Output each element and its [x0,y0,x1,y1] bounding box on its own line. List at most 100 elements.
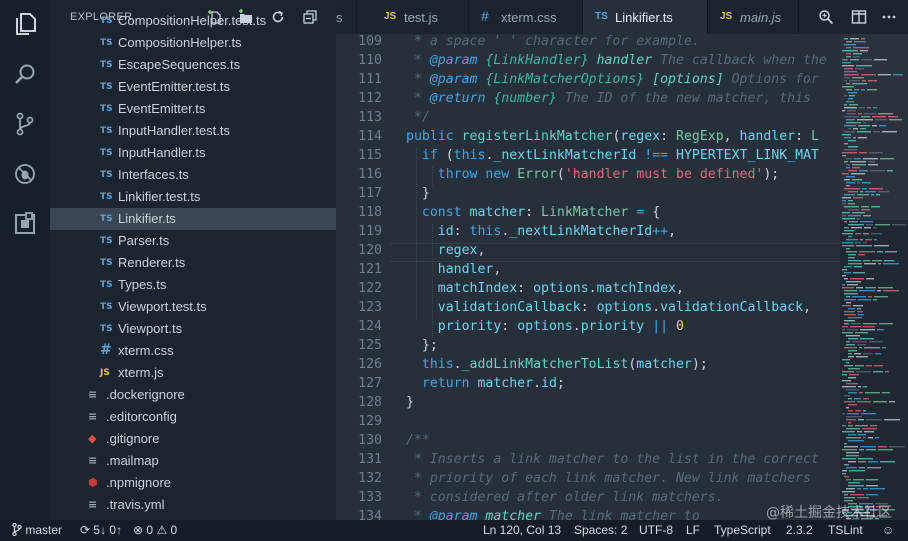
minimap-token [847,413,859,415]
search-icon[interactable] [13,62,37,86]
minimap-token [878,263,881,265]
minimap-token [848,263,862,265]
more-actions-icon[interactable] [881,9,897,25]
file-item[interactable]: TS Renderer.ts [50,252,336,274]
line-number: 123 [358,300,382,315]
file-item[interactable]: ⬢ .npmignore [50,472,336,494]
file-item[interactable]: ≡ .travis.yml [50,494,336,516]
minimap-token [842,245,854,247]
file-item[interactable]: # xterm.css [50,340,336,362]
tab[interactable]: TS Linkifier.ts [583,0,707,34]
file-item[interactable]: ◆ .gitignore [50,428,336,450]
tab[interactable]: JS test.js [372,0,468,34]
ts-file-icon: TS [100,16,113,26]
file-item[interactable]: TS Linkifier.ts [50,208,336,230]
minimap-token [859,467,865,469]
branch-indicator[interactable]: master [12,522,62,537]
file-item[interactable]: TS Viewport.test.ts [50,296,336,318]
file-item[interactable]: TS CompositionHelper.test.ts [50,10,336,32]
source-control-icon[interactable] [13,112,37,136]
minimap-token [848,404,857,406]
tab[interactable]: s [336,0,356,34]
minimap-token [846,239,858,241]
minimap-token [844,365,853,367]
problems-indicator[interactable]: ⊗ 0 ⚠ 0 [133,523,177,537]
minimap-token [855,242,861,244]
feedback-icon[interactable]: ☺ [882,523,894,537]
minimap-token [842,359,850,361]
minimap-token [842,371,854,373]
minimap-token [860,329,875,331]
file-item[interactable]: ≡ .mailmap [50,450,336,472]
ts-file-icon: TS [100,192,113,202]
file-item[interactable]: TS Linkifier.test.ts [50,186,336,208]
extensions-icon[interactable] [13,212,37,236]
line-number: 129 [358,414,382,429]
minimap-token [877,290,881,292]
file-item[interactable]: ≡ .editorconfig [50,406,336,428]
file-item[interactable]: TS Interfaces.ts [50,164,336,186]
file-item[interactable]: TS Types.ts [50,274,336,296]
minimap-token [848,257,855,259]
minimap-token [884,260,894,262]
end-of-line[interactable]: LF [686,523,700,537]
file-item[interactable]: TS EventEmitter.test.ts [50,76,336,98]
sync-indicator[interactable]: ⟳ 5↓ 0↑ [80,523,122,537]
indentation[interactable]: Spaces: 2 [574,523,627,537]
minimap[interactable] [840,34,908,520]
code-line: * considered after older link matchers. [406,490,724,505]
ts-file-icon: TS [100,148,113,158]
file-item[interactable]: ≡ .dockerignore [50,384,336,406]
minimap-token [863,386,867,388]
minimap-token [865,287,876,289]
file-item[interactable]: TS EscapeSequences.ts [50,54,336,76]
minimap-token [875,353,881,355]
linter-status[interactable]: TSLint [828,523,863,537]
tab[interactable]: # xterm.css [469,0,582,34]
file-name: EventEmitter.ts [118,101,206,116]
minimap-token [882,347,886,349]
minimap-token [848,485,864,487]
minimap-token [848,392,857,394]
minimap-token [846,248,850,250]
file-item[interactable]: TS Parser.ts [50,230,336,252]
minimap-token [859,251,875,253]
minimap-token [844,266,852,268]
file-item[interactable]: TS Viewport.ts [50,318,336,340]
file-item[interactable]: TS EventEmitter.ts [50,98,336,120]
minimap-token [846,488,855,490]
minimap-token [846,437,861,439]
split-editor-icon[interactable] [851,9,867,25]
minimap-viewport[interactable] [840,34,908,220]
code-editor[interactable]: 109 * a space ' ' character for example.… [336,34,840,520]
minimap-token [844,323,849,325]
debug-icon[interactable] [13,162,37,186]
file-name: Renderer.ts [118,255,186,270]
minimap-token [844,347,857,349]
code-line: * @return {number} The ID of the new mat… [406,91,811,106]
file-name: Parser.ts [118,233,170,248]
tab[interactable]: JS main.js [708,0,798,34]
file-item[interactable]: TS InputHandler.test.ts [50,120,336,142]
file-item[interactable]: TS InputHandler.ts [50,142,336,164]
minimap-token [846,407,849,409]
line-number: 118 [358,205,382,220]
cursor-position[interactable]: Ln 120, Col 13 [483,523,561,537]
code-line: } [406,395,414,410]
file-item[interactable]: JS xterm.js [50,362,336,384]
minimap-token [842,269,847,271]
minimap-token [866,278,874,280]
minimap-token [846,416,862,418]
code-line: * @param {LinkMatcherOptions} [options] … [406,72,819,87]
open-changes-icon[interactable] [818,9,834,25]
minimap-token [848,425,853,427]
code-line: return matcher.id; [421,376,565,391]
files-icon[interactable] [13,12,37,36]
encoding[interactable]: UTF-8 [639,523,673,537]
ts-version[interactable]: 2.3.2 [786,523,813,537]
minimap-token [848,410,853,412]
minimap-token [844,476,849,478]
file-item[interactable]: TS CompositionHelper.ts [50,32,336,54]
file-name: .dockerignore [106,387,185,402]
language-mode[interactable]: TypeScript [714,523,771,537]
